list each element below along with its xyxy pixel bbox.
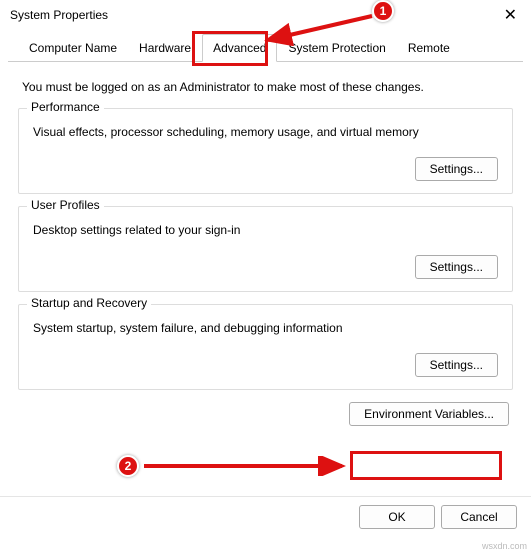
tab-hardware[interactable]: Hardware <box>128 34 202 61</box>
group-performance: Performance Visual effects, processor sc… <box>18 108 513 194</box>
group-user-profiles-legend: User Profiles <box>27 198 104 212</box>
dialog-button-row: OK Cancel <box>0 496 531 537</box>
annotation-highlight-env-vars <box>350 451 502 480</box>
annotation-marker-2: 2 <box>117 455 139 477</box>
group-user-profiles-desc: Desktop settings related to your sign-in <box>29 223 502 255</box>
group-performance-legend: Performance <box>27 100 104 114</box>
group-startup-desc: System startup, system failure, and debu… <box>29 321 502 353</box>
tab-computer-name[interactable]: Computer Name <box>18 34 128 61</box>
cancel-button[interactable]: Cancel <box>441 505 517 529</box>
group-startup-legend: Startup and Recovery <box>27 296 151 310</box>
group-performance-desc: Visual effects, processor scheduling, me… <box>29 125 502 157</box>
tab-system-protection[interactable]: System Protection <box>277 34 396 61</box>
ok-button[interactable]: OK <box>359 505 435 529</box>
tab-content: You must be logged on as an Administrato… <box>0 62 531 438</box>
group-startup-recovery: Startup and Recovery System startup, sys… <box>18 304 513 390</box>
titlebar: System Properties ✕ <box>0 0 531 30</box>
annotation-arrow-2 <box>140 456 350 476</box>
environment-variables-button[interactable]: Environment Variables... <box>349 402 509 426</box>
tab-strip: Computer Name Hardware Advanced System P… <box>8 34 523 62</box>
startup-settings-button[interactable]: Settings... <box>415 353 498 377</box>
group-user-profiles: User Profiles Desktop settings related t… <box>18 206 513 292</box>
watermark: wsxdn.com <box>482 541 527 551</box>
user-profiles-settings-button[interactable]: Settings... <box>415 255 498 279</box>
window-title: System Properties <box>10 8 108 22</box>
close-icon[interactable]: ✕ <box>498 5 523 25</box>
tab-advanced[interactable]: Advanced <box>202 34 277 62</box>
performance-settings-button[interactable]: Settings... <box>415 157 498 181</box>
tab-remote[interactable]: Remote <box>397 34 461 61</box>
